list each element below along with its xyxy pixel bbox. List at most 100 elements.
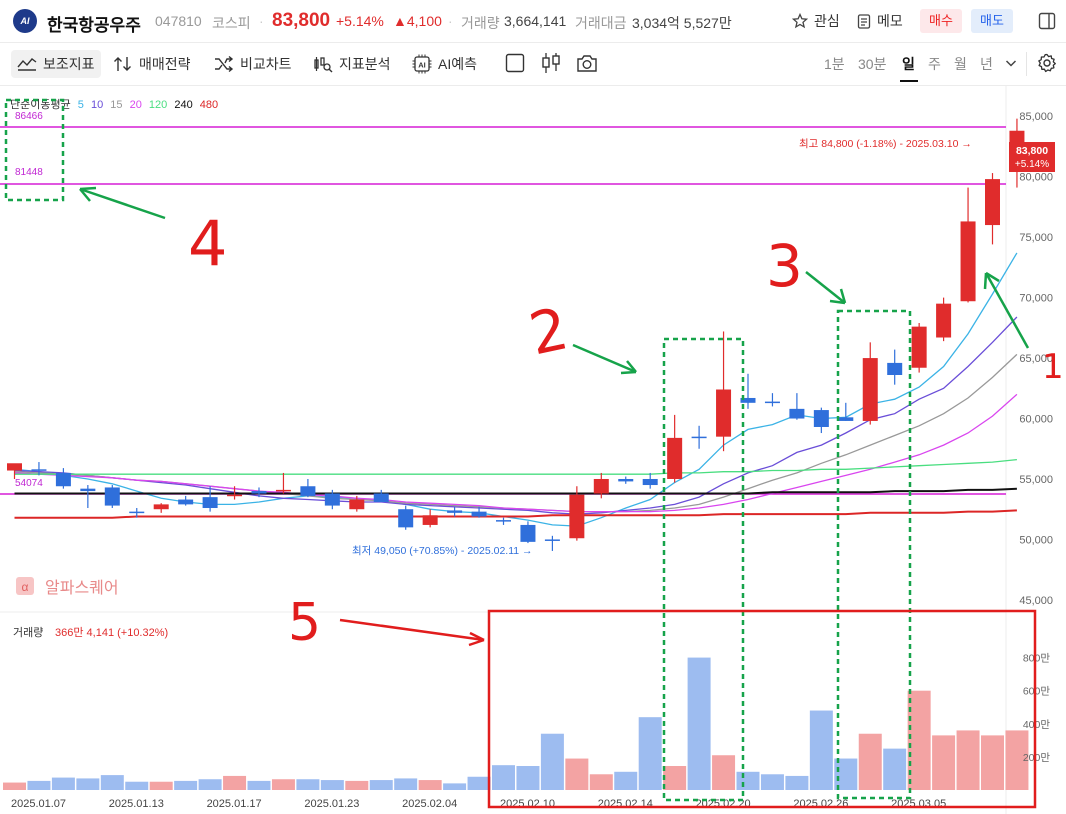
candle-body bbox=[7, 463, 22, 471]
candle[interactable] bbox=[104, 485, 120, 509]
candle[interactable] bbox=[716, 331, 732, 452]
volume-bar[interactable] bbox=[369, 780, 393, 790]
candle[interactable] bbox=[960, 187, 976, 303]
annotation-label-1: 1 bbox=[1042, 347, 1064, 387]
y-tick-label: 60,000 bbox=[1019, 414, 1053, 426]
volume-bar[interactable] bbox=[125, 781, 149, 790]
volume-bar[interactable] bbox=[149, 781, 173, 790]
volume-bar[interactable] bbox=[174, 780, 198, 790]
candle[interactable] bbox=[764, 393, 780, 407]
ma-legend-item: 15 bbox=[110, 99, 122, 111]
y-tick-label: 70,000 bbox=[1019, 293, 1053, 305]
candle[interactable] bbox=[275, 472, 291, 494]
candle[interactable] bbox=[838, 402, 854, 421]
candle[interactable] bbox=[300, 478, 316, 498]
volume-bar[interactable] bbox=[809, 710, 833, 790]
candle-body bbox=[227, 494, 243, 497]
candle-body bbox=[373, 493, 389, 502]
candle[interactable] bbox=[398, 505, 414, 530]
volume-bar[interactable] bbox=[198, 779, 222, 790]
high-price-label: 최고 84,800 (-1.18%) - 2025.03.10 → bbox=[799, 138, 972, 150]
volume-bar[interactable] bbox=[223, 775, 247, 790]
candle-body bbox=[569, 494, 585, 539]
candle-body bbox=[764, 401, 780, 404]
annotation-label-3: 3 bbox=[766, 232, 803, 300]
annotation-label-5: 5 bbox=[288, 593, 321, 653]
volume-bar[interactable] bbox=[785, 775, 809, 790]
ma-legend-item: 120 bbox=[149, 99, 167, 111]
volume-bar[interactable] bbox=[418, 780, 442, 790]
volume-bar[interactable] bbox=[27, 780, 51, 790]
candle-body bbox=[985, 179, 1000, 226]
volume-bar[interactable] bbox=[271, 779, 295, 790]
candle[interactable] bbox=[544, 535, 560, 551]
volume-bar[interactable] bbox=[247, 780, 271, 790]
volume-bar[interactable] bbox=[663, 766, 687, 790]
volume-bar[interactable] bbox=[492, 765, 515, 790]
volume-bar[interactable] bbox=[345, 780, 369, 790]
candle[interactable] bbox=[936, 297, 952, 342]
ma-legend-item: 10 bbox=[91, 99, 103, 111]
volume-bar[interactable] bbox=[614, 771, 638, 790]
candle[interactable] bbox=[985, 173, 1000, 245]
volume-bar[interactable] bbox=[3, 782, 26, 790]
candle[interactable] bbox=[496, 517, 511, 525]
volume-bar[interactable] bbox=[687, 657, 711, 790]
volume-bar[interactable] bbox=[394, 778, 418, 790]
candle[interactable] bbox=[911, 323, 927, 373]
candle[interactable] bbox=[80, 485, 96, 509]
volume-bar[interactable] bbox=[956, 730, 980, 790]
annotation-label-2: 2 bbox=[523, 294, 573, 368]
volume-bar[interactable] bbox=[76, 778, 100, 790]
volume-bar[interactable] bbox=[638, 717, 662, 790]
volume-bar[interactable] bbox=[589, 774, 613, 790]
volume-bar[interactable] bbox=[981, 735, 1004, 790]
candle[interactable] bbox=[862, 342, 878, 425]
volume-bar[interactable] bbox=[565, 758, 589, 790]
candle[interactable] bbox=[55, 468, 71, 489]
candle[interactable] bbox=[642, 472, 658, 489]
candle[interactable] bbox=[422, 509, 438, 528]
candle[interactable] bbox=[153, 503, 169, 513]
y-tick-label: 80,000 bbox=[1019, 172, 1053, 184]
x-tick-label: 2025.01.17 bbox=[207, 798, 262, 810]
ma-legend-item: 5 bbox=[78, 99, 84, 111]
volume-bar[interactable] bbox=[883, 748, 907, 790]
candle[interactable] bbox=[789, 393, 805, 420]
volume-bar[interactable] bbox=[516, 766, 540, 790]
candle[interactable] bbox=[691, 425, 707, 449]
candle-body bbox=[275, 489, 291, 492]
candle-body bbox=[813, 410, 829, 427]
volume-bar[interactable] bbox=[932, 735, 956, 790]
candle-body bbox=[422, 515, 438, 525]
volume-bar[interactable] bbox=[712, 755, 736, 790]
volume-bar[interactable] bbox=[858, 733, 882, 790]
candle[interactable] bbox=[178, 495, 194, 506]
x-tick-label: 2025.02.04 bbox=[402, 798, 457, 810]
candle-body bbox=[936, 303, 952, 338]
volume-bar[interactable] bbox=[907, 690, 931, 790]
volume-bar[interactable] bbox=[443, 783, 467, 790]
price-level-label: 54074 bbox=[15, 478, 43, 489]
candle[interactable] bbox=[667, 414, 683, 483]
volume-tick-label: 400만 bbox=[1023, 719, 1051, 731]
volume-bar[interactable] bbox=[100, 775, 124, 790]
y-tick-label: 55,000 bbox=[1019, 474, 1053, 486]
volume-bar[interactable] bbox=[540, 733, 564, 790]
volume-bar[interactable] bbox=[736, 771, 760, 790]
volume-bar[interactable] bbox=[320, 780, 344, 790]
candle[interactable] bbox=[887, 349, 903, 385]
candle[interactable] bbox=[813, 407, 829, 434]
candle[interactable] bbox=[447, 506, 463, 517]
volume-bar[interactable] bbox=[51, 777, 75, 790]
watermark-logo-glyph: α bbox=[22, 580, 29, 594]
volume-bar[interactable] bbox=[467, 776, 491, 790]
candle[interactable] bbox=[373, 489, 389, 502]
volume-bar[interactable] bbox=[760, 774, 784, 790]
candle[interactable] bbox=[618, 476, 634, 484]
annotation-arrow-1 bbox=[984, 272, 1030, 349]
chart-canvas[interactable]: 단순이동평균 5 10 15 20 120 240 480 86466 8144… bbox=[0, 0, 1066, 814]
candle[interactable] bbox=[520, 521, 536, 544]
candle-body bbox=[544, 539, 560, 541]
volume-bar[interactable] bbox=[296, 779, 320, 790]
